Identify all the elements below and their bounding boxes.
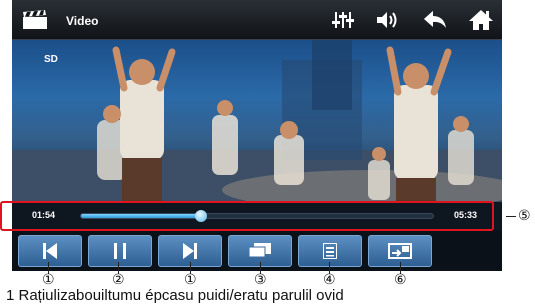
quality-badge: SD: [44, 54, 58, 65]
volume-icon[interactable]: [374, 8, 400, 32]
progress-callout-box: [0, 201, 494, 231]
playlist-button[interactable]: [298, 235, 362, 267]
control-bar: [12, 230, 502, 271]
callout-number: ④: [323, 272, 336, 288]
app-title: Video: [66, 14, 99, 28]
callout-number: ①: [42, 272, 55, 288]
pause-button[interactable]: [88, 235, 152, 267]
back-arrow-icon[interactable]: [422, 8, 448, 32]
callout-number: ①: [184, 272, 197, 288]
previous-button[interactable]: [18, 235, 82, 267]
subtitles-icon: [249, 243, 271, 258]
next-icon: [183, 243, 197, 259]
callout-number: ⑤: [518, 208, 531, 224]
clapper-icon: [23, 10, 47, 29]
callout-number: ③: [254, 272, 267, 288]
video-frame[interactable]: SD: [12, 40, 502, 202]
equalizer-icon[interactable]: [330, 8, 356, 32]
callout-number: ②: [112, 272, 125, 288]
callout-leader-line: [506, 216, 516, 217]
home-icon[interactable]: [468, 8, 494, 32]
callout-number: ⑥: [394, 272, 407, 288]
previous-icon: [43, 243, 57, 259]
concert-video-image: [12, 40, 502, 202]
caption-text: 1 Rațiulizabouiltumu épcasu puidi/eratu …: [6, 287, 344, 304]
top-bar: Video: [12, 0, 502, 40]
playlist-icon: [323, 243, 337, 259]
pause-icon: [114, 243, 126, 259]
screen-switch-icon: [388, 243, 412, 259]
